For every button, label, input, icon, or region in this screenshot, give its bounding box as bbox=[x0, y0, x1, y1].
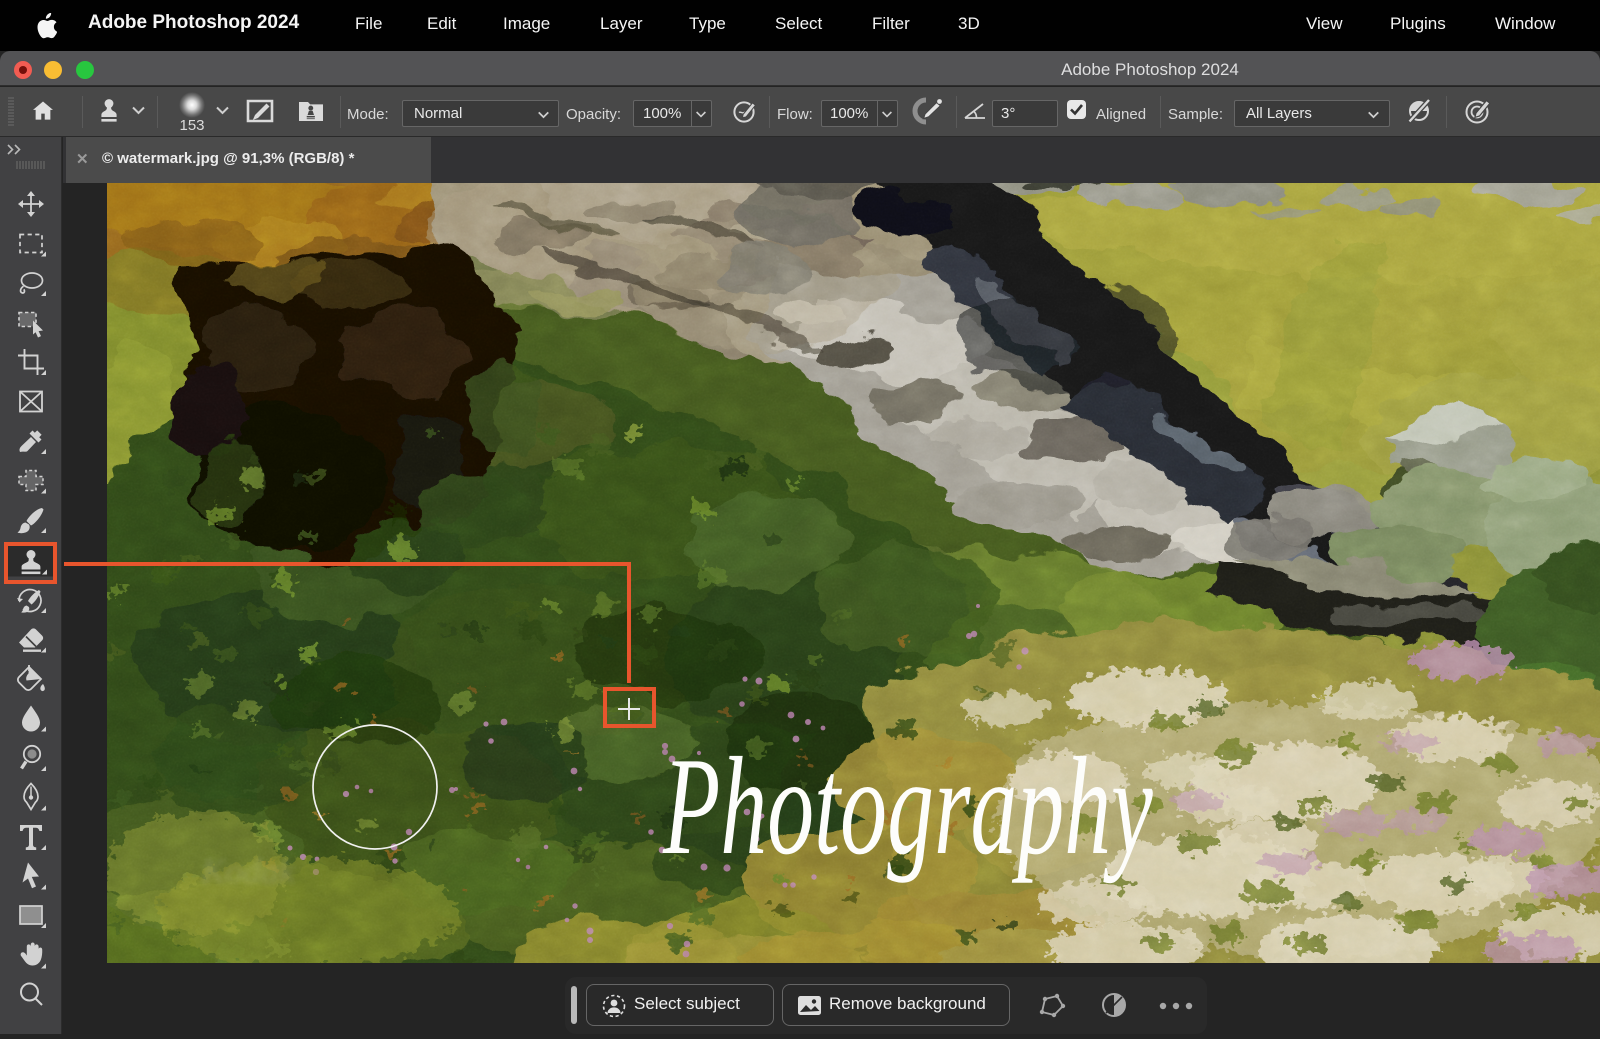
svg-text:Kodak: Kodak bbox=[200, 851, 296, 891]
svg-text:Photography: Photography bbox=[662, 728, 1153, 883]
